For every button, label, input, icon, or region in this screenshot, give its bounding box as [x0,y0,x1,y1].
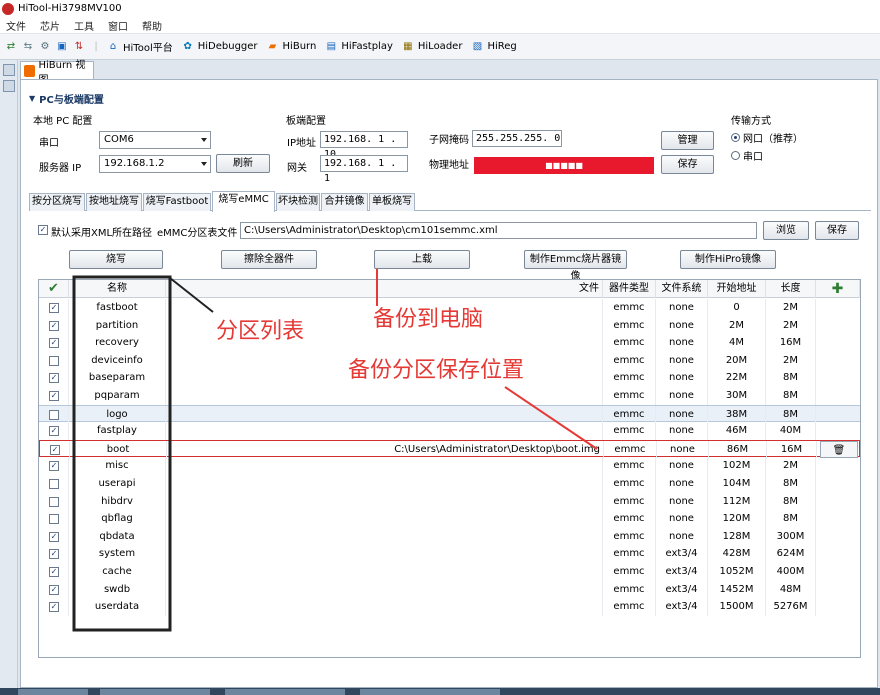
disconnect-icon[interactable]: ⇆ [21,40,35,54]
taskbar-item[interactable] [100,689,210,695]
settings-icon[interactable]: ⚙ [38,40,52,54]
window-title: HiTool-Hi3798MV100 [18,3,122,14]
terminal-icon[interactable]: ▣ [55,40,69,54]
dock-console-icon[interactable] [3,80,15,92]
menu-bar: 文件 芯片 工具 窗口 帮助 [0,17,880,33]
toolbar-hitool-label: HiTool平台 [123,43,173,54]
burn-icon [24,64,36,77]
transfer-icon[interactable]: ⇅ [72,40,86,54]
toolbar-hireg-label: HiReg [487,41,517,52]
taskbar-item[interactable] [225,689,345,695]
toolbar-hifastplay-label: HiFastplay [341,41,393,52]
toolbar-hitool[interactable]: ⌂ HiTool平台 [106,39,173,55]
backup-location-pointer [504,386,598,450]
partition-list-box [72,275,172,632]
toolbar-hiloader-label: HiLoader [417,41,463,52]
menu-tools[interactable]: 工具 [74,18,94,33]
loader-icon: ▦ [403,40,413,52]
debugger-icon: ✿ [183,40,192,52]
hiburn-view-tab[interactable]: HiBurn 视图 [20,60,94,86]
menu-chip[interactable]: 芯片 [40,18,60,33]
fastplay-icon: ▤ [326,40,337,52]
partition-list-annotation: 分区列表 [216,319,305,344]
taskbar-item[interactable] [18,689,88,695]
dock-view-icon[interactable] [3,64,15,76]
taskbar-item[interactable] [360,689,500,695]
toolbar-hifastplay[interactable]: ▤ HiFastplay [324,40,393,54]
toolbar-hiburn-label: HiBurn [282,41,317,52]
app-logo-icon [2,2,14,15]
menu-help[interactable]: 帮助 [142,18,162,33]
toolbar-hidebugger-label: HiDebugger [197,41,258,52]
backup-to-pc-annotation: 备份到电脑 [373,307,484,332]
toolbar-hiloader[interactable]: ▦ HiLoader [401,40,463,54]
toolbar-hireg[interactable]: ▧ HiReg [470,40,517,54]
side-dock [0,60,18,688]
toolbar: ⇄ ⇆ ⚙ ▣ ⇅ | ⌂ HiTool平台 ✿ HiDebugger ▰ Hi… [0,34,880,60]
taskbar [0,688,880,695]
title-bar: HiTool-Hi3798MV100 [0,0,880,17]
reg-icon: ▧ [472,40,483,52]
burn-icon: ▰ [268,40,277,52]
backup-location-annotation: 备份分区保存位置 [348,358,525,383]
toolbar-hidebugger[interactable]: ✿ HiDebugger [181,40,258,54]
partition-list-pointer [169,277,214,313]
hiburn-view-panel: ▼ PC与板端配置 本地 PC 配置 串口 COM6 服务器 IP 192.16… [20,79,878,688]
annotation-layer [72,269,598,632]
separator-icon: | [94,40,98,52]
menu-window[interactable]: 窗口 [108,18,128,33]
connect-icon[interactable]: ⇄ [4,40,18,54]
menu-file[interactable]: 文件 [6,18,26,33]
home-icon: ⌂ [109,40,117,52]
toolbar-hiburn[interactable]: ▰ HiBurn [266,40,317,54]
